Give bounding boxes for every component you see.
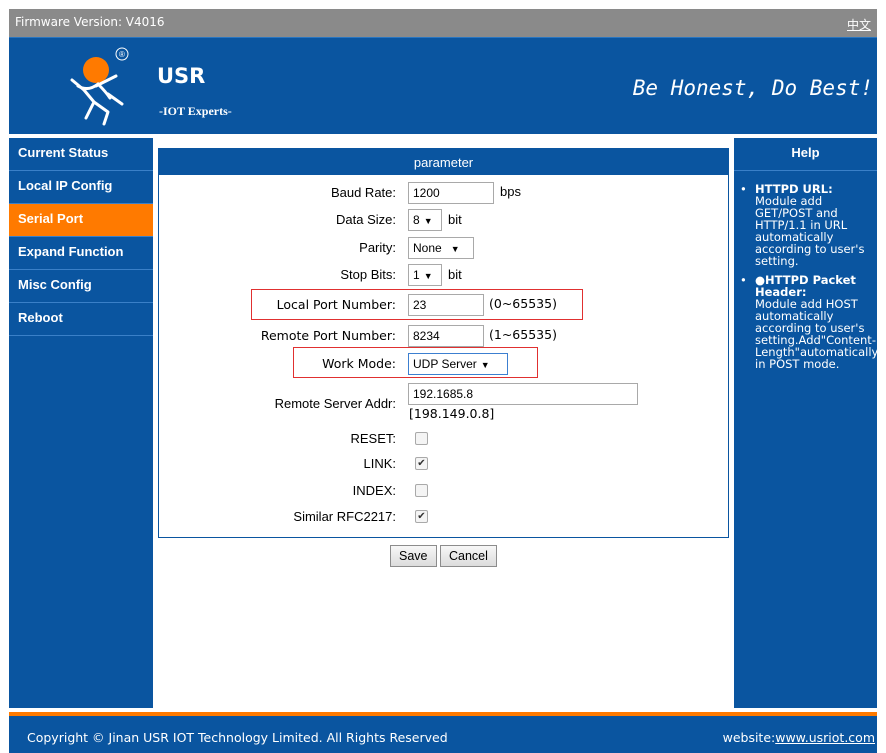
chevron-down-icon: ▼ — [450, 244, 460, 254]
remote-port-input[interactable]: 8234 — [408, 325, 484, 347]
brand-tagline: -IOT Experts- — [159, 104, 232, 118]
data-size-value: 8 — [413, 213, 420, 227]
save-button[interactable]: Save — [390, 545, 437, 567]
help-panel: Help • HTTPD URL: Module add GET/POST an… — [734, 138, 879, 708]
reset-checkbox[interactable] — [415, 432, 428, 445]
top-bar: Firmware Version: V4016 中文 — [9, 9, 877, 37]
baud-rate-label: Baud Rate: — [330, 185, 396, 200]
link-row: LINK: ✔ — [159, 452, 728, 476]
data-size-unit: bit — [448, 212, 462, 227]
baud-rate-input[interactable]: 1200 — [408, 182, 494, 204]
reset-row: RESET: — [159, 427, 728, 451]
sidebar-item-current-status[interactable]: Current Status — [9, 138, 153, 171]
data-size-row: Data Size: 8 ▼ bit — [159, 208, 728, 232]
footer: Copyright © Jinan USR IOT Technology Lim… — [9, 712, 877, 753]
remote-server-input[interactable]: 192.1685.8 — [408, 383, 638, 405]
data-size-label: Data Size: — [336, 212, 396, 227]
parameter-panel: parameter Baud Rate: 1200 bps Data Size:… — [158, 148, 729, 538]
parity-select[interactable]: None ▼ — [408, 237, 474, 259]
index-label: INDEX: — [352, 483, 396, 498]
sidebar-nav: Current Status Local IP Config Serial Po… — [9, 138, 153, 708]
remote-port-range: (1~65535) — [489, 327, 557, 342]
work-mode-label: Work Mode: — [322, 356, 396, 371]
remote-port-row: Remote Port Number: 8234 (1~65535) — [159, 323, 728, 347]
link-label: LINK: — [363, 456, 396, 471]
remote-server-row: Remote Server Addr: 192.1685.8 [198.149.… — [159, 383, 728, 423]
help-item-heading: ●HTTPD Packet Header: — [755, 273, 856, 299]
checkmark-icon: ✔ — [417, 458, 426, 469]
work-mode-select[interactable]: UDP Server ▼ — [408, 353, 508, 375]
help-item: • HTTPD URL: Module add GET/POST and HTT… — [738, 183, 877, 267]
sidebar-item-expand-function[interactable]: Expand Function — [9, 237, 153, 270]
cancel-button[interactable]: Cancel — [440, 545, 497, 567]
chevron-down-icon: ▼ — [480, 360, 490, 370]
stop-bits-label: Stop Bits: — [340, 267, 396, 282]
local-port-input[interactable]: 23 — [408, 294, 484, 316]
help-list: • HTTPD URL: Module add GET/POST and HTT… — [734, 171, 879, 371]
website-label: website: — [722, 730, 776, 745]
website-link[interactable]: www.usriot.com — [775, 730, 875, 745]
work-mode-row: Work Mode: UDP Server ▼ — [159, 351, 728, 375]
sidebar-item-misc-config[interactable]: Misc Config — [9, 270, 153, 303]
parity-value: None — [413, 241, 442, 255]
slogan: Be Honest, Do Best! — [632, 76, 873, 100]
index-row: INDEX: — [159, 479, 728, 503]
stop-bits-row: Stop Bits: 1 ▼ bit — [159, 263, 728, 287]
data-size-select[interactable]: 8 ▼ — [408, 209, 442, 231]
remote-server-label: Remote Server Addr: — [274, 396, 396, 411]
help-bullet: • — [740, 182, 747, 196]
local-port-label: Local Port Number: — [276, 297, 396, 312]
help-item: • ●HTTPD Packet Header: Module add HOST … — [738, 273, 879, 371]
firmware-version: Firmware Version: V4016 — [15, 15, 165, 29]
sidebar-item-local-ip-config[interactable]: Local IP Config — [9, 171, 153, 204]
stop-bits-select[interactable]: 1 ▼ — [408, 264, 442, 286]
checkmark-icon: ✔ — [417, 511, 426, 522]
sidebar-item-serial-port[interactable]: Serial Port — [9, 204, 153, 237]
parity-label: Parity: — [359, 240, 396, 255]
parity-row: Parity: None ▼ — [159, 236, 728, 260]
registered-mark: ® — [119, 50, 125, 59]
link-checkbox[interactable]: ✔ — [415, 457, 428, 470]
website-info: website:www.usriot.com — [723, 730, 875, 745]
baud-rate-row: Baud Rate: 1200 bps — [159, 181, 728, 205]
stop-bits-unit: bit — [448, 267, 462, 282]
baud-rate-unit: bps — [500, 184, 521, 199]
stop-bits-value: 1 — [413, 268, 420, 282]
rfc2217-row: Similar RFC2217: ✔ — [159, 505, 728, 529]
help-title: Help — [734, 138, 877, 171]
runner-logo-icon: ® — [70, 47, 129, 126]
chevron-down-icon: ▼ — [423, 271, 433, 281]
remote-server-resolved: [198.149.0.8] — [409, 406, 495, 421]
local-port-row: Local Port Number: 23 (0~65535) — [159, 292, 728, 316]
local-port-range: (0~65535) — [489, 296, 557, 311]
brand-name: USR — [157, 64, 206, 88]
panel-title: parameter — [159, 149, 728, 175]
index-checkbox[interactable] — [415, 484, 428, 497]
help-item-text: Module add HOST automatically according … — [755, 297, 879, 371]
copyright-text: Copyright © Jinan USR IOT Technology Lim… — [27, 730, 448, 745]
rfc2217-checkbox[interactable]: ✔ — [415, 510, 428, 523]
chevron-down-icon: ▼ — [423, 216, 433, 226]
rfc2217-label: Similar RFC2217: — [293, 509, 396, 524]
help-bullet: • — [740, 273, 747, 287]
sidebar-item-reboot[interactable]: Reboot — [9, 303, 153, 336]
help-item-text: Module add GET/POST and HTTP/1.1 in URL … — [755, 194, 865, 268]
language-switch-link[interactable]: 中文 — [847, 16, 871, 33]
work-mode-value: UDP Server — [413, 357, 477, 371]
reset-label: RESET: — [350, 431, 396, 446]
header-banner: ® USR -IOT Experts- Be Honest, Do Best! — [9, 37, 877, 134]
remote-port-label: Remote Port Number: — [260, 328, 396, 343]
